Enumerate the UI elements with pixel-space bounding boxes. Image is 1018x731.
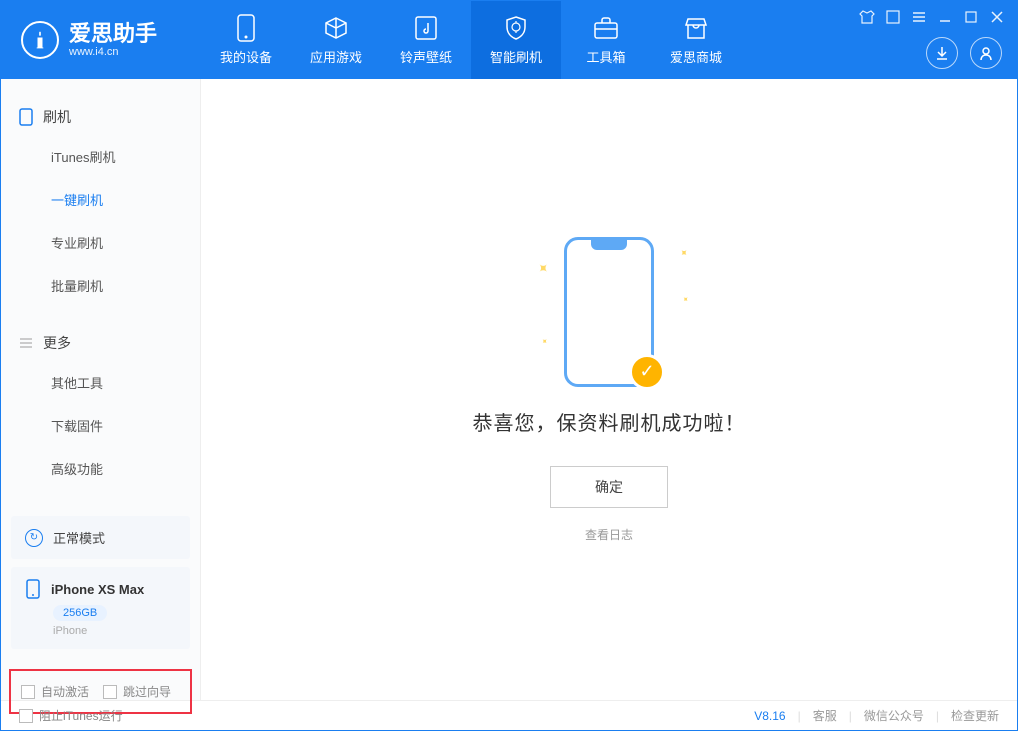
nav-tab-toolbox[interactable]: 工具箱 [561, 1, 651, 79]
nav-tab-store[interactable]: 爱思商城 [651, 1, 741, 79]
maximize-icon[interactable] [963, 9, 979, 25]
download-icon[interactable] [926, 37, 958, 69]
minimize-icon[interactable] [937, 9, 953, 25]
music-icon [412, 14, 440, 42]
sidebar: 刷机 iTunes刷机 一键刷机 专业刷机 批量刷机 更多 其他工具 下载固件 … [1, 79, 201, 700]
device-storage: 256GB [53, 605, 107, 621]
skip-wizard-checkbox[interactable]: 跳过向导 [103, 683, 171, 700]
nav-tab-apps-games[interactable]: 应用游戏 [291, 1, 381, 79]
app-logo-icon [21, 21, 59, 59]
shield-icon [502, 14, 530, 42]
device-type: iPhone [53, 625, 176, 637]
device-name: iPhone XS Max [51, 582, 144, 597]
sync-icon: ↻ [25, 529, 43, 547]
sidebar-section-flash: 刷机 [1, 99, 200, 135]
version-label[interactable]: V8.16 [754, 709, 785, 723]
sidebar-item-pro-flash[interactable]: 专业刷机 [1, 221, 200, 264]
device-mode-box[interactable]: ↻ 正常模式 [11, 516, 190, 559]
app-name: 爱思助手 [69, 22, 157, 46]
window-controls [859, 9, 1005, 25]
nav-tab-ringtone-wallpaper[interactable]: 铃声壁纸 [381, 1, 471, 79]
nav-label: 我的设备 [220, 47, 272, 66]
menu-icon[interactable] [911, 9, 927, 25]
nav-label: 智能刷机 [490, 47, 542, 66]
checkbox-label: 自动激活 [41, 683, 89, 700]
close-icon[interactable] [989, 9, 1005, 25]
nav-label: 铃声壁纸 [400, 47, 452, 66]
view-log-link[interactable]: 查看日志 [585, 526, 633, 543]
app-header: 爱思助手 www.i4.cn 我的设备 应用游戏 铃声壁纸 智能刷机 工具箱 爱… [1, 1, 1017, 79]
block-itunes-checkbox[interactable]: 阻止iTunes运行 [19, 707, 123, 724]
app-domain: www.i4.cn [69, 46, 157, 58]
checkbox-label: 跳过向导 [123, 683, 171, 700]
check-badge-icon: ✓ [629, 354, 665, 390]
checkbox-icon [19, 709, 33, 723]
user-icon[interactable] [970, 37, 1002, 69]
footer-check-update[interactable]: 检查更新 [951, 707, 999, 724]
store-icon [682, 14, 710, 42]
checkbox-icon [21, 685, 35, 699]
section-label: 更多 [43, 333, 71, 353]
success-message: 恭喜您，保资料刷机成功啦！ [473, 407, 746, 436]
device-box[interactable]: iPhone XS Max 256GB iPhone [11, 567, 190, 649]
cube-icon [322, 14, 350, 42]
sidebar-item-batch-flash[interactable]: 批量刷机 [1, 264, 200, 307]
checkbox-label: 阻止iTunes运行 [39, 707, 123, 724]
footer-wechat[interactable]: 微信公众号 [864, 707, 924, 724]
footer-support[interactable]: 客服 [813, 707, 837, 724]
sidebar-item-itunes-flash[interactable]: iTunes刷机 [1, 135, 200, 178]
phone-illustration: ✦ ✦ ✦ ✦ ✓ [564, 237, 654, 387]
checkbox-icon [103, 685, 117, 699]
feedback-icon[interactable] [885, 9, 901, 25]
sidebar-item-advanced[interactable]: 高级功能 [1, 447, 200, 490]
ok-button[interactable]: 确定 [550, 466, 668, 508]
device-phone-icon [25, 579, 41, 599]
nav-label: 应用游戏 [310, 47, 362, 66]
sidebar-item-download-firmware[interactable]: 下载固件 [1, 404, 200, 447]
sidebar-item-oneclick-flash[interactable]: 一键刷机 [1, 178, 200, 221]
briefcase-icon [592, 14, 620, 42]
phone-small-icon [19, 108, 33, 126]
nav-label: 爱思商城 [670, 47, 722, 66]
sidebar-section-more: 更多 [1, 325, 200, 361]
mode-label: 正常模式 [53, 528, 105, 547]
logo-area: 爱思助手 www.i4.cn [1, 1, 201, 79]
auto-activate-checkbox[interactable]: 自动激活 [21, 683, 89, 700]
nav-tab-smart-flash[interactable]: 智能刷机 [471, 1, 561, 79]
nav-label: 工具箱 [586, 47, 625, 66]
nav-tab-my-device[interactable]: 我的设备 [201, 1, 291, 79]
header-actions [926, 37, 1002, 69]
sidebar-item-other-tools[interactable]: 其他工具 [1, 361, 200, 404]
section-label: 刷机 [43, 107, 71, 127]
phone-icon [232, 14, 260, 42]
main-content: ✦ ✦ ✦ ✦ ✓ 恭喜您，保资料刷机成功啦！ 确定 查看日志 [201, 79, 1017, 700]
list-icon [19, 336, 33, 350]
shirt-icon[interactable] [859, 9, 875, 25]
